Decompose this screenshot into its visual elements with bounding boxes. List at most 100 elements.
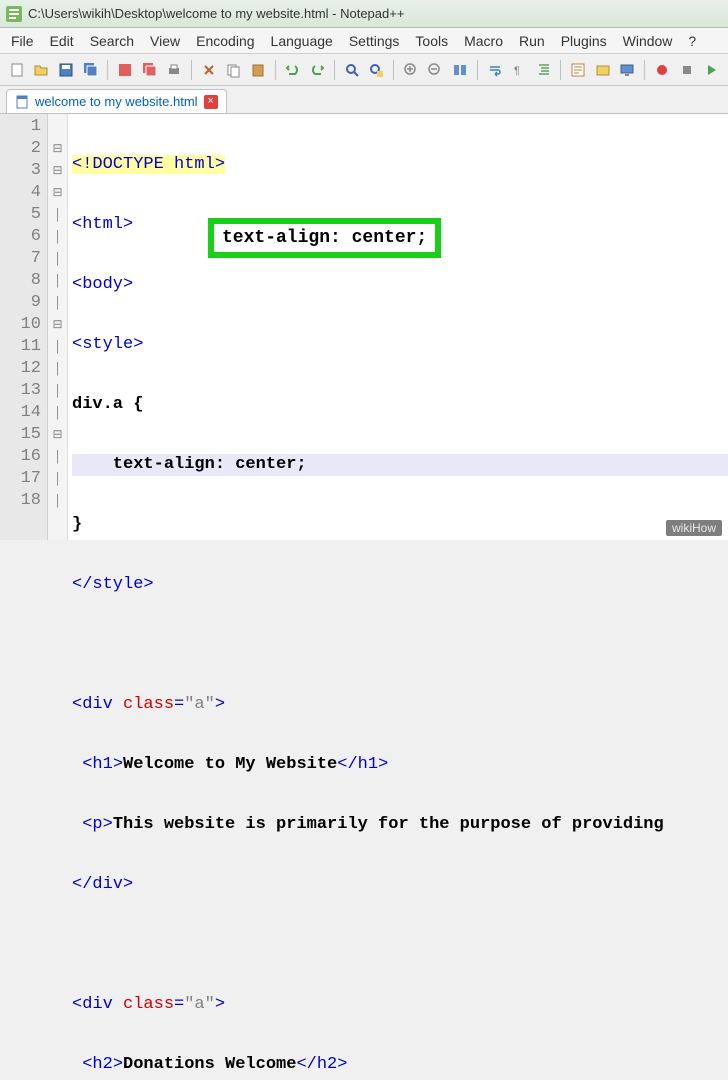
menu-run[interactable]: Run bbox=[512, 30, 552, 52]
menu-bar: File Edit Search View Encoding Language … bbox=[0, 28, 728, 54]
zoom-out-icon[interactable] bbox=[425, 59, 447, 81]
sync-scroll-icon[interactable] bbox=[449, 59, 471, 81]
line-number: 16 bbox=[0, 446, 41, 468]
line-number: 9 bbox=[0, 292, 41, 314]
fold-line: │ bbox=[48, 358, 67, 380]
line-number-gutter: 1 2 3 4 5 6 7 8 9 10 11 12 13 14 15 16 1… bbox=[0, 114, 48, 540]
word-wrap-icon[interactable] bbox=[484, 59, 506, 81]
fold-line: │ bbox=[48, 292, 67, 314]
watermark: wikiHow bbox=[666, 520, 722, 536]
code-line bbox=[72, 934, 728, 956]
line-number: 4 bbox=[0, 182, 41, 204]
line-number: 5 bbox=[0, 204, 41, 226]
code-line: <p>This website is primarily for the pur… bbox=[72, 814, 728, 836]
paste-icon[interactable] bbox=[247, 59, 269, 81]
fold-toggle[interactable]: ⊟ bbox=[48, 424, 67, 446]
menu-macro[interactable]: Macro bbox=[457, 30, 510, 52]
monitor-icon[interactable] bbox=[617, 59, 639, 81]
code-line: <div class="a"> bbox=[72, 694, 728, 716]
save-all-icon[interactable] bbox=[80, 59, 102, 81]
function-list-icon[interactable] bbox=[567, 59, 589, 81]
toolbar-separator bbox=[191, 60, 192, 80]
menu-settings[interactable]: Settings bbox=[342, 30, 407, 52]
menu-file[interactable]: File bbox=[4, 30, 41, 52]
code-line: <h1>Welcome to My Website</h1> bbox=[72, 754, 728, 776]
fold-toggle[interactable]: ⊟ bbox=[48, 314, 67, 336]
code-line: <body> bbox=[72, 274, 728, 296]
indent-guide-icon[interactable] bbox=[533, 59, 555, 81]
fold-line: │ bbox=[48, 204, 67, 226]
window-title: C:\Users\wikih\Desktop\welcome to my web… bbox=[28, 6, 404, 21]
svg-text:¶: ¶ bbox=[514, 65, 520, 77]
file-tab[interactable]: welcome to my website.html × bbox=[6, 89, 227, 113]
menu-language[interactable]: Language bbox=[264, 30, 340, 52]
toolbar-separator bbox=[107, 60, 108, 80]
code-line: <div class="a"> bbox=[72, 994, 728, 1016]
fold-line: │ bbox=[48, 270, 67, 292]
play-macro-icon[interactable] bbox=[700, 59, 722, 81]
redo-icon[interactable] bbox=[306, 59, 328, 81]
line-number: 2 bbox=[0, 138, 41, 160]
fold-toggle[interactable]: ⊟ bbox=[48, 182, 67, 204]
menu-tools[interactable]: Tools bbox=[408, 30, 455, 52]
line-number: 13 bbox=[0, 380, 41, 402]
menu-window[interactable]: Window bbox=[616, 30, 680, 52]
window-titlebar: C:\Users\wikih\Desktop\welcome to my web… bbox=[0, 0, 728, 28]
tab-bar: welcome to my website.html × bbox=[0, 86, 728, 114]
line-number: 11 bbox=[0, 336, 41, 358]
line-number: 1 bbox=[0, 116, 41, 138]
line-number: 18 bbox=[0, 490, 41, 512]
toolbar-separator bbox=[393, 60, 394, 80]
line-number: 7 bbox=[0, 248, 41, 270]
menu-view[interactable]: View bbox=[143, 30, 187, 52]
close-all-icon[interactable] bbox=[139, 59, 161, 81]
folder-view-icon[interactable] bbox=[592, 59, 614, 81]
code-editor[interactable]: 1 2 3 4 5 6 7 8 9 10 11 12 13 14 15 16 1… bbox=[0, 114, 728, 540]
cut-icon[interactable] bbox=[198, 59, 220, 81]
open-file-icon[interactable] bbox=[31, 59, 53, 81]
code-area[interactable]: <!DOCTYPE html> <html> <body> <style> di… bbox=[68, 114, 728, 540]
print-icon[interactable] bbox=[163, 59, 185, 81]
tab-label: welcome to my website.html bbox=[35, 94, 198, 109]
menu-edit[interactable]: Edit bbox=[43, 30, 81, 52]
code-line-active: text-align: center; bbox=[72, 454, 728, 476]
save-icon[interactable] bbox=[55, 59, 77, 81]
toolbar-separator bbox=[275, 60, 276, 80]
show-all-chars-icon[interactable]: ¶ bbox=[508, 59, 530, 81]
code-line bbox=[72, 634, 728, 656]
zoom-in-icon[interactable] bbox=[400, 59, 422, 81]
copy-icon[interactable] bbox=[223, 59, 245, 81]
fold-toggle[interactable]: ⊟ bbox=[48, 160, 67, 182]
fold-line: │ bbox=[48, 248, 67, 270]
undo-icon[interactable] bbox=[282, 59, 304, 81]
code-line: <!DOCTYPE html> bbox=[72, 154, 728, 176]
menu-plugins[interactable]: Plugins bbox=[554, 30, 614, 52]
find-icon[interactable] bbox=[341, 59, 363, 81]
replace-icon[interactable] bbox=[365, 59, 387, 81]
code-line: </style> bbox=[72, 574, 728, 596]
record-macro-icon[interactable] bbox=[651, 59, 673, 81]
menu-encoding[interactable]: Encoding bbox=[189, 30, 261, 52]
toolbar-separator bbox=[644, 60, 645, 80]
tab-close-icon[interactable]: × bbox=[204, 95, 218, 109]
fold-toggle[interactable]: ⊟ bbox=[48, 138, 67, 160]
line-number: 6 bbox=[0, 226, 41, 248]
new-file-icon[interactable] bbox=[6, 59, 28, 81]
fold-line: │ bbox=[48, 402, 67, 424]
code-line: <h2>Donations Welcome</h2> bbox=[72, 1054, 728, 1076]
menu-search[interactable]: Search bbox=[83, 30, 141, 52]
line-number: 12 bbox=[0, 358, 41, 380]
line-number: 8 bbox=[0, 270, 41, 292]
toolbar-separator bbox=[334, 60, 335, 80]
fold-line: │ bbox=[48, 226, 67, 248]
stop-macro-icon[interactable] bbox=[676, 59, 698, 81]
line-number: 10 bbox=[0, 314, 41, 336]
menu-help[interactable]: ? bbox=[681, 30, 703, 52]
toolbar: ¶ bbox=[0, 54, 728, 86]
fold-line: │ bbox=[48, 490, 67, 512]
toolbar-separator bbox=[560, 60, 561, 80]
fold-line: │ bbox=[48, 336, 67, 358]
tutorial-highlight: text-align: center; bbox=[208, 218, 441, 258]
close-icon[interactable] bbox=[114, 59, 136, 81]
fold-line: │ bbox=[48, 468, 67, 490]
